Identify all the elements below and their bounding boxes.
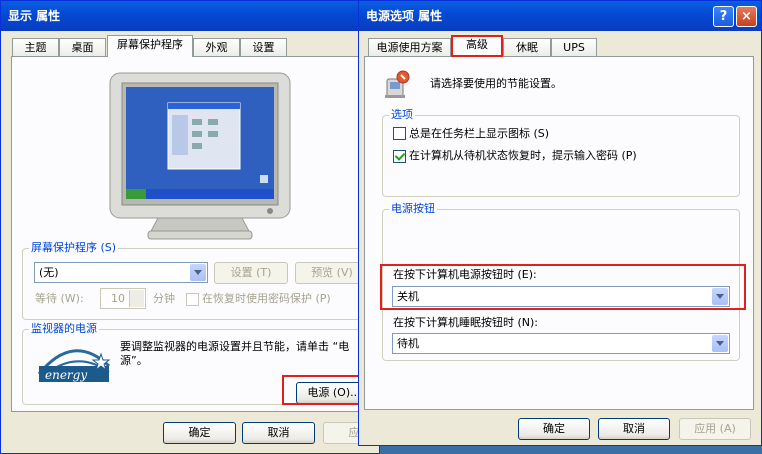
spinner-arrows-icon[interactable] xyxy=(129,290,144,307)
power-options-window: 电源选项 属性 ? × 电源使用方案 高级 休眠 UPS 请选择要使用的节能设置… xyxy=(358,0,762,446)
tab-screensaver[interactable]: 屏幕保护程序 xyxy=(107,35,193,57)
monitor-power-description: 要调整监视器的电源设置并且节能，请单击 “电源”。 xyxy=(120,340,350,367)
always-show-icon-checkbox[interactable] xyxy=(393,127,406,140)
resume-password-label: 在恢复时使用密码保护 (P) xyxy=(202,292,331,305)
tab-hibernate[interactable]: 休眠 xyxy=(503,38,551,57)
sleep-button-action-select[interactable]: 待机 xyxy=(392,333,730,354)
tab-theme[interactable]: 主题 xyxy=(12,38,59,57)
power-apply-button[interactable]: 应用 (A) xyxy=(679,418,751,440)
screensaver-settings-button[interactable]: 设置 (T) xyxy=(214,262,288,284)
display-cancel-button[interactable]: 取消 xyxy=(242,422,315,444)
power-title-bar[interactable]: 电源选项 属性 ? × xyxy=(359,1,761,31)
minutes-label: 分钟 xyxy=(153,292,175,305)
tab-desktop[interactable]: 桌面 xyxy=(59,38,106,57)
options-group-title: 选项 xyxy=(389,108,415,122)
prompt-password-label: 在计算机从待机状态恢复时，提示输入密码 (P) xyxy=(409,149,637,162)
resume-password-checkbox[interactable] xyxy=(186,293,199,306)
display-ok-button[interactable]: 确定 xyxy=(163,422,236,444)
tab-power-schemes[interactable]: 电源使用方案 xyxy=(368,38,451,57)
chevron-down-icon[interactable] xyxy=(190,264,206,281)
close-icon[interactable]: × xyxy=(736,6,757,27)
display-tab-panel: 屏幕保护程序 (S) (无) 设置 (T) 预览 (V) 等待 (W): 10 … xyxy=(11,56,392,412)
advanced-tab-highlight xyxy=(451,35,503,57)
options-group: 选项 总是在任务栏上显示图标 (S) 在计算机从待机状态恢复时，提示输入密码 (… xyxy=(382,108,740,197)
display-title: 显示 属性 xyxy=(8,9,61,23)
svg-text:energy: energy xyxy=(45,368,87,382)
wait-label: 等待 (W): xyxy=(35,292,84,305)
prompt-password-checkbox[interactable] xyxy=(393,150,406,163)
screensaver-select[interactable]: (无) xyxy=(34,262,208,283)
tab-settings[interactable]: 设置 xyxy=(240,38,287,57)
power-cancel-button[interactable]: 取消 xyxy=(598,418,670,440)
power-button-highlight xyxy=(282,375,362,405)
chevron-down-icon[interactable] xyxy=(712,335,728,352)
power-buttons-group-title: 电源按钮 xyxy=(389,202,437,216)
power-ok-button[interactable]: 确定 xyxy=(518,418,590,440)
tab-ups[interactable]: UPS xyxy=(551,38,597,57)
tab-appearance[interactable]: 外观 xyxy=(193,38,240,57)
display-title-bar[interactable]: 显示 属性 xyxy=(1,1,379,31)
power-button-setting-highlight xyxy=(380,264,746,310)
power-tab-panel: 请选择要使用的节能设置。 选项 总是在任务栏上显示图标 (S) 在计算机从待机状… xyxy=(364,56,754,410)
monitor-preview-icon xyxy=(108,71,292,247)
help-icon[interactable]: ? xyxy=(713,6,734,27)
wait-minutes-spinner[interactable]: 10 xyxy=(100,288,146,309)
sleep-button-action-label: 在按下计算机睡眠按钮时 (N): xyxy=(393,316,539,329)
screensaver-group: 屏幕保护程序 (S) (无) 设置 (T) 预览 (V) 等待 (W): 10 … xyxy=(22,241,392,320)
power-settings-icon xyxy=(381,69,413,101)
display-properties-window: 显示 属性 主题 桌面 屏幕保护程序 外观 设置 屏幕保护程序 (S) (无) … xyxy=(0,0,396,454)
screensaver-group-title: 屏幕保护程序 (S) xyxy=(29,241,119,255)
power-title: 电源选项 属性 xyxy=(366,9,443,23)
monitor-power-group-title: 监视器的电源 xyxy=(29,322,99,336)
energy-star-logo-icon: energy xyxy=(35,344,113,384)
power-intro-text: 请选择要使用的节能设置。 xyxy=(430,77,562,90)
always-show-icon-label: 总是在任务栏上显示图标 (S) xyxy=(409,127,550,140)
